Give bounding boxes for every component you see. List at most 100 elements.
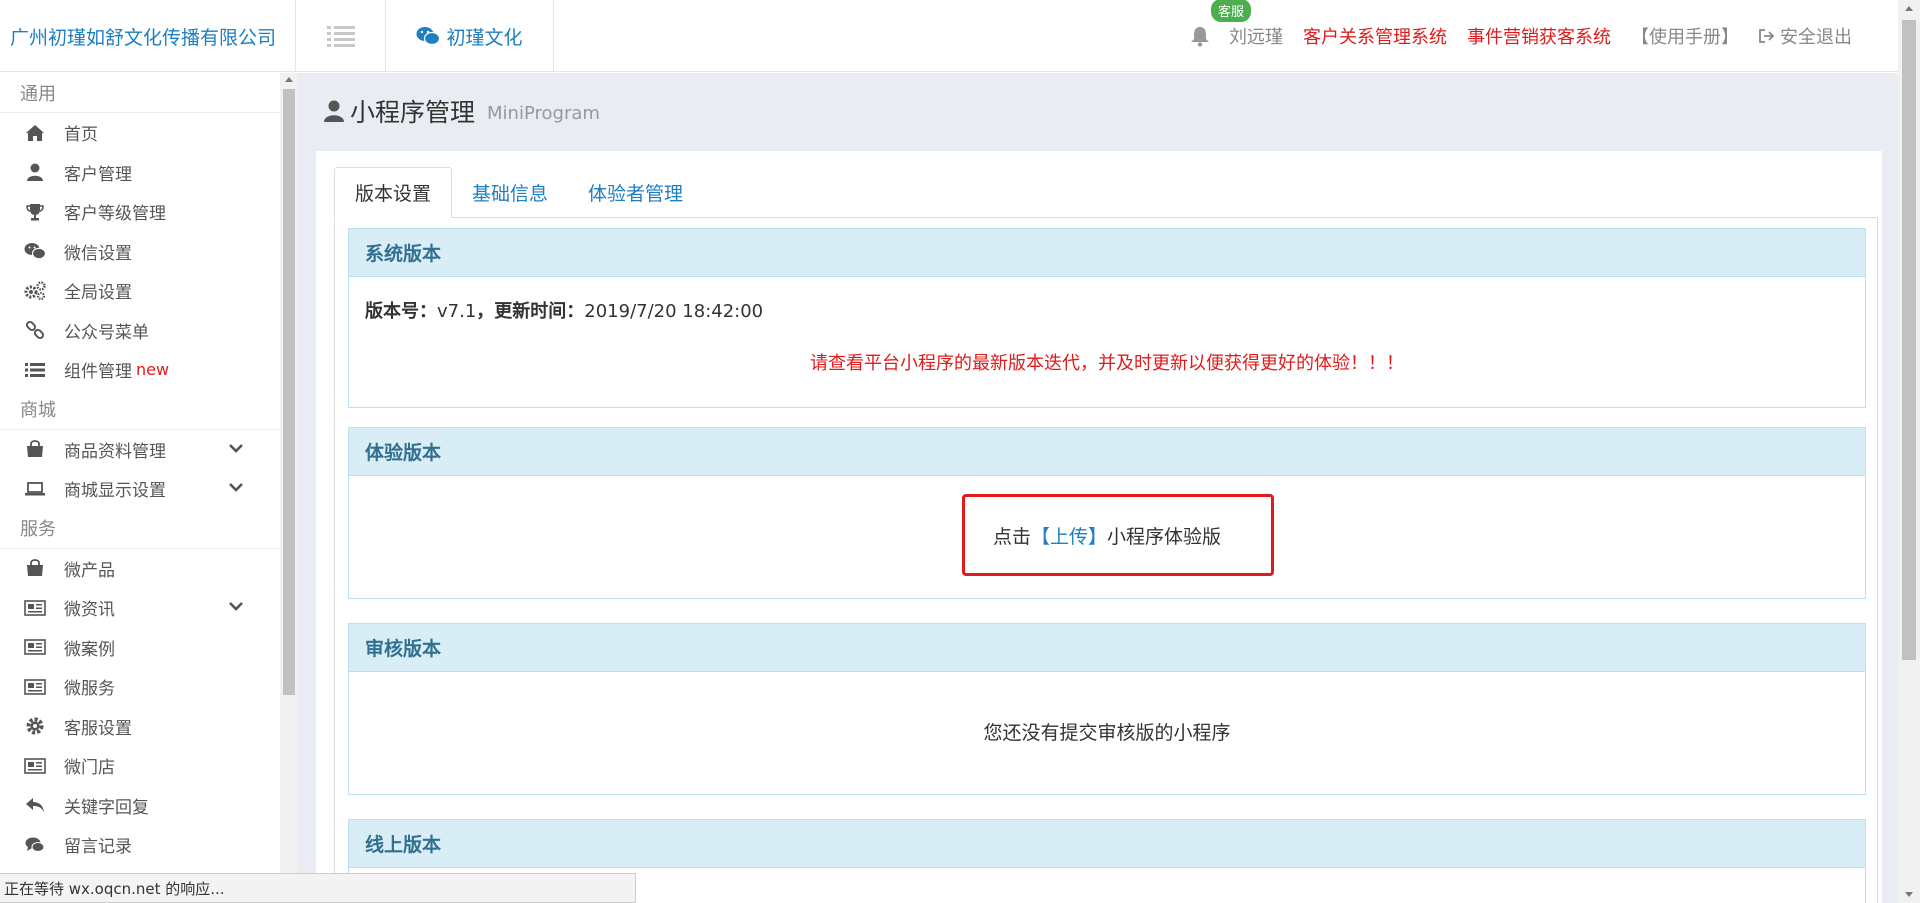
sidebar-item-micro-cases[interactable]: 微案例	[0, 628, 280, 668]
list-icon	[24, 359, 46, 381]
page-scroll-thumb[interactable]	[1902, 20, 1916, 660]
bell-icon	[1191, 27, 1209, 47]
version-number: v7.1	[437, 301, 477, 322]
site-home-link[interactable]: 初瑾文化	[386, 0, 554, 72]
scroll-down-arrow-icon[interactable]	[1905, 892, 1913, 897]
sidebar-item-customers[interactable]: 客户管理	[0, 153, 280, 193]
page-header: 小程序管理 MiniProgram	[324, 93, 600, 129]
sidebar-item-official-menu[interactable]: 公众号菜单	[0, 311, 280, 351]
upload-prefix: 点击	[992, 526, 1031, 548]
crm-system-link[interactable]: 客户关系管理系统	[1303, 23, 1447, 49]
scroll-up-arrow-icon[interactable]	[1905, 6, 1913, 11]
upload-instruction: 点击【上传】小程序体验版	[349, 522, 1865, 549]
shopping-bag-icon	[24, 557, 46, 579]
review-empty-text: 您还没有提交审核版的小程序	[983, 722, 1231, 744]
sidebar-item-micro-store[interactable]: 微门店	[0, 746, 280, 786]
tab-version-settings[interactable]: 版本设置	[334, 167, 453, 218]
sidebar-item-home[interactable]: 首页	[0, 113, 280, 153]
sidebar-item-product-data[interactable]: 商品资料管理	[0, 430, 280, 470]
user-name[interactable]: 刘远瑾	[1229, 23, 1283, 49]
main-area: 小程序管理 MiniProgram 版本设置 基础信息 体验者管理 系统版本 版…	[298, 73, 1898, 903]
sidebar-item-label: 客服设置	[64, 718, 132, 739]
version-info: 版本号：v7.1，更新时间：2019/7/20 18:42:00	[365, 297, 763, 323]
sidebar-item-global-settings[interactable]: 全局设置	[0, 271, 280, 311]
chevron-down-icon	[229, 443, 243, 453]
update-time: 2019/7/20 18:42:00	[584, 301, 764, 322]
user-icon	[24, 161, 46, 183]
panel-title: 线上版本	[349, 820, 1865, 868]
sidebar-item-label: 客户等级管理	[64, 204, 166, 225]
trial-version-panel: 体验版本 点击【上传】小程序体验版	[348, 427, 1866, 599]
tab-basic-info[interactable]: 基础信息	[452, 167, 568, 218]
comments-icon	[24, 834, 46, 856]
site-name: 初瑾文化	[446, 26, 523, 49]
menu-toggle-button[interactable]	[296, 0, 386, 72]
tab-bar: 版本设置 基础信息 体验者管理	[334, 167, 1878, 218]
version-label: 版本号：	[365, 301, 437, 322]
sidebar-scroll-thumb[interactable]	[283, 89, 295, 695]
sidebar-scrollbar[interactable]	[280, 73, 298, 883]
sidebar-item-label: 微门店	[64, 758, 115, 779]
sidebar-item-label: 客户管理	[64, 164, 132, 185]
sidebar-item-wechat-settings[interactable]: 微信设置	[0, 232, 280, 272]
sidebar-item-micro-product[interactable]: 微产品	[0, 549, 280, 589]
wechat-icon	[24, 240, 46, 262]
sidebar-item-customer-service[interactable]: 客服设置	[0, 707, 280, 747]
update-notice: 请查看平台小程序的最新版本迭代，并及时更新以便获得更好的体验！！！	[810, 353, 1404, 374]
top-right-menu: 客服 刘远瑾 客户关系管理系统 事件营销获客系统 【使用手册】 安全退出	[1189, 0, 1852, 72]
review-version-panel: 审核版本 您还没有提交审核版的小程序	[348, 623, 1866, 795]
home-icon	[24, 122, 46, 144]
event-marketing-link[interactable]: 事件营销获客系统	[1467, 23, 1611, 49]
tab-content: 系统版本 版本号：v7.1，更新时间：2019/7/20 18:42:00 请查…	[334, 218, 1878, 903]
sidebar-item-label: 首页	[64, 125, 98, 146]
panel-title: 系统版本	[349, 229, 1865, 277]
sidebar-item-label: 商城显示设置	[64, 481, 166, 502]
scroll-up-arrow-icon[interactable]	[285, 77, 293, 82]
tab-tester-management[interactable]: 体验者管理	[568, 167, 703, 218]
trophy-icon	[24, 201, 46, 223]
sidebar-item-label: 关键字回复	[64, 797, 149, 818]
page-scrollbar[interactable]	[1898, 0, 1920, 903]
sidebar-item-label: 微资讯	[64, 600, 115, 621]
chevron-down-icon	[229, 602, 243, 611]
sidebar-item-label: 微产品	[64, 560, 115, 581]
newspaper-icon	[24, 755, 46, 777]
sidebar-item-label: 组件管理	[64, 362, 132, 383]
sidebar-item-components[interactable]: 组件管理 new	[0, 350, 280, 390]
laptop-icon	[24, 478, 46, 500]
user-manual-link[interactable]: 【使用手册】	[1631, 23, 1739, 49]
gear-icon	[24, 715, 46, 737]
upload-link[interactable]: 【上传】	[1031, 526, 1107, 548]
gears-icon	[24, 280, 46, 302]
sidebar-item-label: 公众号菜单	[64, 322, 149, 343]
panel-body: 您还没有提交审核版的小程序	[349, 672, 1865, 794]
sidebar-item-keyword-reply[interactable]: 关键字回复	[0, 786, 280, 826]
sidebar-item-mall-display[interactable]: 商城显示设置	[0, 469, 280, 509]
page-subtitle: MiniProgram	[487, 102, 600, 124]
service-notification[interactable]: 客服 刘远瑾	[1189, 0, 1283, 49]
link-icon	[24, 319, 46, 341]
sidebar-item-label: 微案例	[64, 639, 115, 660]
sidebar-item-label: 全局设置	[64, 283, 132, 304]
top-navbar: 广州初瑾如舒文化传播有限公司 初瑾文化 客服 刘远瑾 客户关系管理系统 事件营销…	[0, 0, 1920, 72]
logout-link[interactable]: 安全退出	[1759, 23, 1852, 49]
sidebar-item-label: 微服务	[64, 679, 115, 700]
logout-label: 安全退出	[1780, 27, 1852, 48]
new-badge: new	[136, 360, 170, 380]
content-box: 版本设置 基础信息 体验者管理 系统版本 版本号：v7.1，更新时间：2019/…	[316, 151, 1882, 903]
sidebar-section-mall: 商城	[0, 390, 280, 430]
newspaper-icon	[24, 676, 46, 698]
list-icon	[326, 26, 355, 47]
sidebar-item-micro-services[interactable]: 微服务	[0, 667, 280, 707]
sidebar-item-customer-levels[interactable]: 客户等级管理	[0, 192, 280, 232]
sidebar-item-micro-news[interactable]: 微资讯	[0, 588, 280, 628]
newspaper-icon	[24, 597, 46, 619]
panel-title: 体验版本	[349, 428, 1865, 476]
user-icon	[324, 100, 344, 122]
chevron-down-icon	[229, 483, 243, 492]
sidebar-item-messages[interactable]: 留言记录	[0, 825, 280, 865]
upload-suffix: 小程序体验版	[1107, 526, 1222, 548]
service-badge: 客服	[1211, 0, 1252, 22]
brand-name[interactable]: 广州初瑾如舒文化传播有限公司	[0, 0, 296, 72]
sidebar-item-label: 留言记录	[64, 837, 132, 858]
